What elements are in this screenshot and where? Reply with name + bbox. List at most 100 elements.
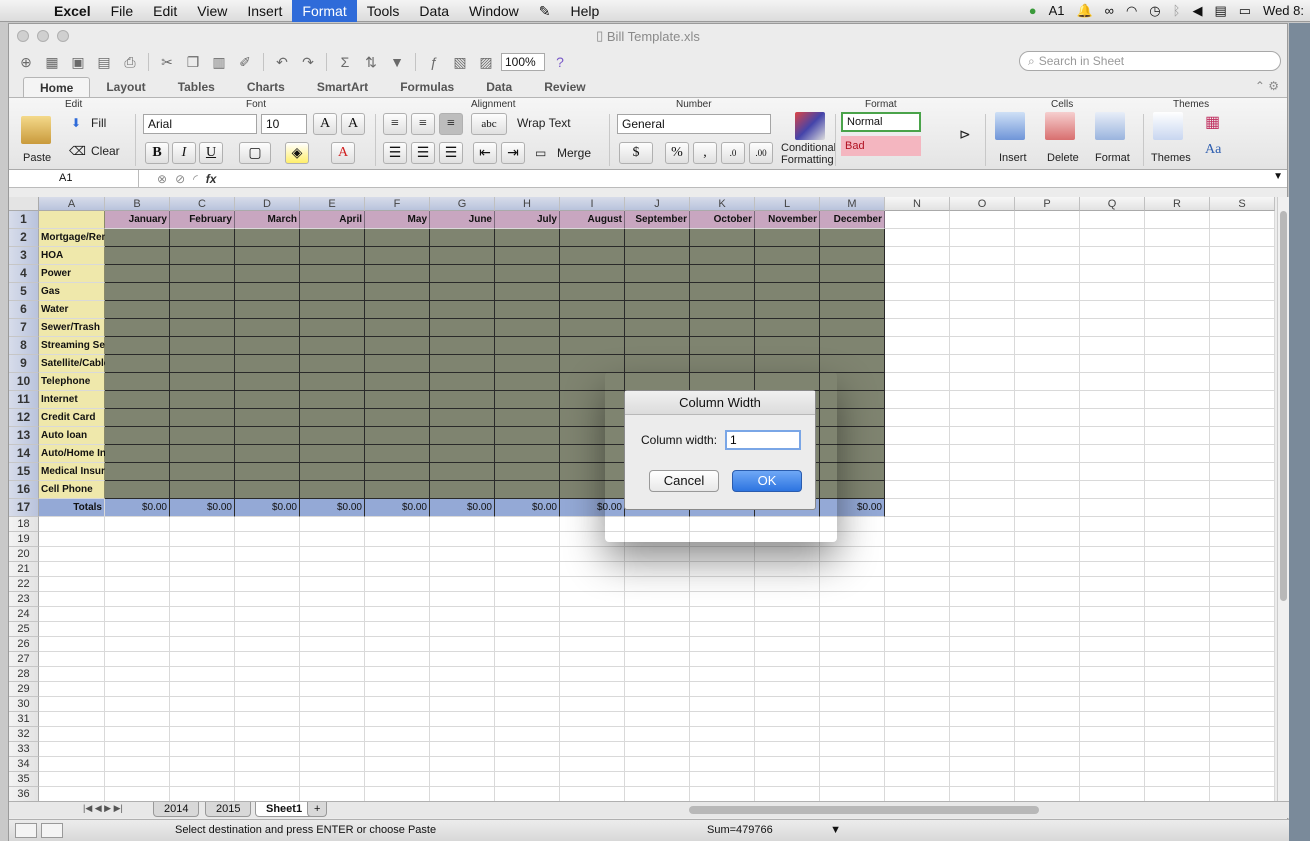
cell[interactable] [1210,622,1275,637]
cell[interactable] [885,373,950,391]
cell[interactable] [365,787,430,802]
column-header[interactable]: R [1145,197,1210,211]
cell[interactable] [39,547,105,562]
cell[interactable] [560,787,625,802]
cell[interactable] [1080,772,1145,787]
cell[interactable] [365,727,430,742]
cell[interactable] [625,607,690,622]
cell[interactable] [1145,283,1210,301]
grow-font-icon[interactable]: A [313,113,337,135]
cell[interactable] [170,532,235,547]
cell[interactable] [170,355,235,373]
cell[interactable] [1210,229,1275,247]
cell[interactable] [300,355,365,373]
cell[interactable] [495,562,560,577]
cell[interactable] [105,577,170,592]
align-center-icon[interactable]: ☰ [411,142,435,164]
cell[interactable] [885,211,950,229]
month-header-cell[interactable]: November [755,211,820,229]
cell[interactable] [170,652,235,667]
bill-label-cell[interactable]: Mortgage/Rent [39,229,111,247]
cell[interactable] [950,517,1015,532]
cell[interactable] [430,355,495,373]
normal-view-button[interactable] [15,823,37,838]
cell[interactable] [170,742,235,757]
cell[interactable] [1145,622,1210,637]
cell[interactable] [365,562,430,577]
clock[interactable]: Wed 8: [1263,3,1304,18]
cell[interactable] [365,742,430,757]
cell[interactable] [495,787,560,802]
cell[interactable] [495,283,560,301]
cell[interactable] [235,481,300,499]
bill-label-cell[interactable]: Water [39,301,105,319]
cell[interactable] [235,562,300,577]
cell[interactable] [300,319,365,337]
cell[interactable] [1210,373,1275,391]
name-box[interactable]: A1 [9,170,139,187]
cell[interactable] [950,247,1015,265]
cell[interactable] [1210,463,1275,481]
cell[interactable] [495,742,560,757]
paste-clipboard-icon[interactable] [21,116,51,144]
insert-cells-icon[interactable] [995,112,1025,140]
cell[interactable] [1015,301,1080,319]
confirm-formula-icon[interactable]: ⊘ [175,172,185,186]
cell[interactable] [820,301,885,319]
menu-insert[interactable]: Insert [237,0,292,22]
cell[interactable] [235,622,300,637]
cell[interactable] [885,229,950,247]
cell[interactable] [1080,577,1145,592]
cell[interactable] [560,247,625,265]
cell[interactable] [235,637,300,652]
cell[interactable] [430,637,495,652]
cell[interactable] [235,532,300,547]
cell[interactable] [1210,517,1275,532]
cell[interactable] [235,427,300,445]
cell[interactable] [300,265,365,283]
cell[interactable] [950,622,1015,637]
cell[interactable] [430,667,495,682]
redo-icon[interactable]: ↷ [297,52,319,72]
cell[interactable] [885,592,950,607]
bill-label-cell[interactable]: Streaming Services [39,337,134,355]
cell[interactable] [950,697,1015,712]
cell[interactable] [365,355,430,373]
wrap-text-button[interactable]: Wrap Text [517,116,571,130]
cell[interactable] [1015,697,1080,712]
cell[interactable] [625,697,690,712]
cell[interactable] [1015,319,1080,337]
cell[interactable] [820,772,885,787]
cell[interactable] [1210,772,1275,787]
cell[interactable] [950,547,1015,562]
cell[interactable] [1210,697,1275,712]
bill-label-cell[interactable]: Telephone [39,373,105,391]
cell[interactable] [235,577,300,592]
cell[interactable] [1015,517,1080,532]
cell[interactable] [495,532,560,547]
column-header[interactable]: H [495,197,560,211]
cell[interactable] [950,283,1015,301]
sort-icon[interactable]: ⇅ [360,52,382,72]
column-header[interactable]: P [1015,197,1080,211]
bill-label-cell[interactable]: Power [39,265,105,283]
cell[interactable] [1145,463,1210,481]
cell[interactable] [950,787,1015,802]
cell[interactable] [300,712,365,727]
cell[interactable] [1080,652,1145,667]
cell[interactable] [495,247,560,265]
cell[interactable] [690,667,755,682]
total-cell[interactable]: $0.00 [430,499,495,517]
column-header[interactable]: S [1210,197,1275,211]
cell[interactable] [1210,682,1275,697]
bluetooth-icon[interactable]: ᛒ [1173,3,1181,18]
bill-label-cell[interactable]: Medical Insurance [39,463,128,481]
month-header-cell[interactable]: February [170,211,235,229]
cell[interactable] [625,592,690,607]
cell[interactable] [300,463,365,481]
cell[interactable] [690,283,755,301]
cell[interactable] [39,517,105,532]
cell[interactable] [820,637,885,652]
cell[interactable] [755,682,820,697]
cell[interactable] [170,337,235,355]
